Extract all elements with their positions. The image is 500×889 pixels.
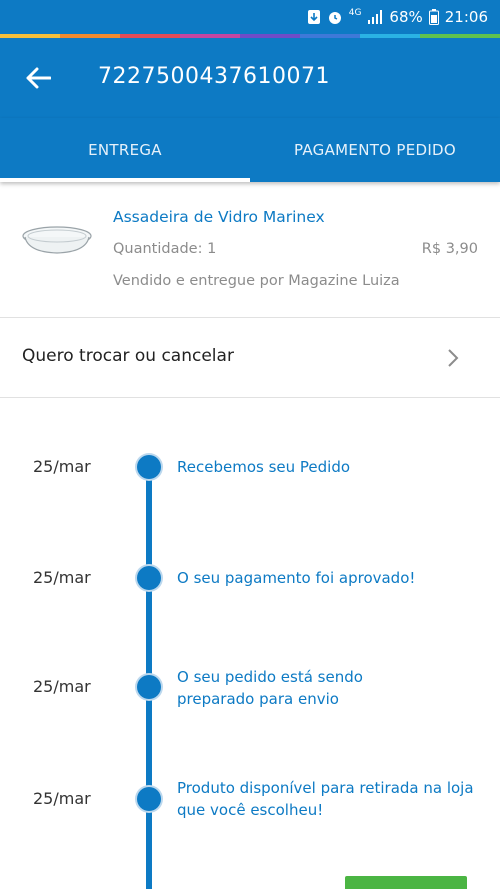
product-quantity: Quantidade: 1 bbox=[113, 241, 217, 257]
battery-icon bbox=[428, 9, 439, 25]
timeline-date: 25/mar bbox=[33, 457, 91, 476]
status-icons: 4G 68% 21:06 bbox=[307, 7, 488, 27]
back-button[interactable] bbox=[20, 60, 56, 96]
app-bar: 7227500437610071 bbox=[0, 38, 500, 118]
timeline-item: 25/mar Produto disponível para retirada … bbox=[0, 777, 500, 837]
battery-percent: 68% bbox=[389, 8, 423, 26]
chevron-right-icon bbox=[448, 349, 459, 367]
page-title: 7227500437610071 bbox=[98, 64, 330, 89]
product-price: R$ 3,90 bbox=[421, 241, 478, 257]
product-image bbox=[22, 226, 92, 254]
product-name[interactable]: Assadeira de Vidro Marinex bbox=[113, 208, 325, 226]
timeline-date: 25/mar bbox=[33, 677, 91, 696]
timeline-text: Produto disponível para retirada na loja… bbox=[177, 779, 474, 819]
exchange-cancel-label: Quero trocar ou cancelar bbox=[22, 346, 234, 366]
tab-bar: ENTREGA PAGAMENTO PEDIDO bbox=[0, 118, 500, 182]
timeline-text: O seu pagamento foi aprovado! bbox=[177, 569, 416, 587]
download-icon bbox=[307, 9, 321, 25]
timeline-dot bbox=[137, 566, 161, 590]
timeline-date: 25/mar bbox=[33, 789, 91, 808]
timeline-text: Recebemos seu Pedido bbox=[177, 458, 351, 476]
arrow-back-icon bbox=[26, 67, 51, 89]
timeline-item: 25/mar O seu pagamento foi aprovado! bbox=[0, 566, 500, 626]
action-button[interactable] bbox=[345, 876, 467, 889]
timeline-date: 25/mar bbox=[33, 568, 91, 587]
timeline-dot bbox=[137, 787, 161, 811]
timeline-dot bbox=[137, 455, 161, 479]
product-card[interactable]: Assadeira de Vidro Marinex Quantidade: 1… bbox=[0, 186, 500, 318]
product-seller: Vendido e entregue por Magazine Luiza bbox=[113, 273, 400, 289]
exchange-cancel-row[interactable]: Quero trocar ou cancelar bbox=[0, 318, 500, 398]
tab-entrega[interactable]: ENTREGA bbox=[0, 118, 250, 182]
status-bar: 4G 68% 21:06 bbox=[0, 0, 500, 34]
tab-pagamento-pedido[interactable]: PAGAMENTO PEDIDO bbox=[250, 118, 500, 182]
alarm-icon bbox=[327, 9, 343, 25]
network-type: 4G bbox=[348, 8, 362, 18]
timeline-item: 25/mar Recebemos seu Pedido bbox=[0, 455, 500, 515]
timeline-item: 25/mar O seu pedido está sendo preparado… bbox=[0, 666, 500, 726]
timeline-dot bbox=[137, 675, 161, 699]
clock: 21:06 bbox=[444, 8, 488, 26]
signal-icon bbox=[367, 10, 383, 24]
timeline-text: O seu pedido está sendo preparado para e… bbox=[177, 668, 363, 708]
